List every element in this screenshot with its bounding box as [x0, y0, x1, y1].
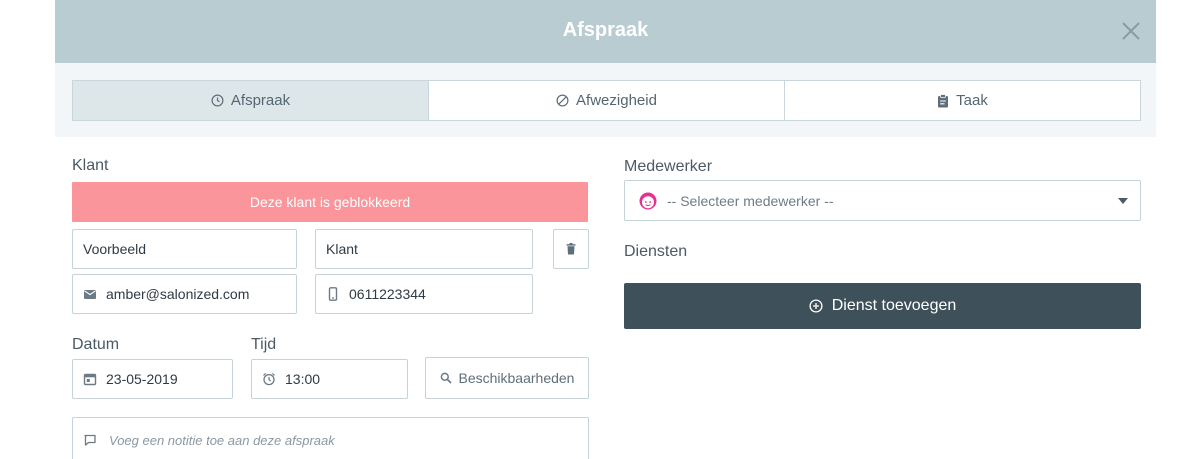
tab-label: Afspraak [230, 92, 291, 109]
add-service-label: Dienst toevoegen [831, 297, 957, 314]
date-value: 23-05-2019 [106, 371, 178, 387]
modal-header: Afspraak [55, 0, 1156, 63]
delete-client-button[interactable] [553, 229, 589, 269]
trash-icon [566, 243, 576, 255]
services-label: Diensten [624, 243, 688, 260]
tab-taak[interactable]: Taak [785, 81, 1140, 120]
client-label: Klant [72, 157, 109, 174]
envelope-icon [84, 290, 96, 299]
tab-afwezigheid[interactable]: Afwezigheid [429, 81, 785, 120]
date-field[interactable]: 23-05-2019 [72, 359, 233, 399]
clipboard-icon [938, 93, 949, 107]
plus-circle-icon [809, 299, 823, 313]
close-button[interactable] [1120, 20, 1142, 42]
modal-title: Afspraak [562, 19, 649, 41]
ban-icon [556, 94, 569, 107]
first-name-value: Voorbeeld [83, 241, 147, 257]
phone-field[interactable]: 0611223344 [315, 274, 533, 314]
employee-avatar-icon [639, 192, 657, 209]
search-icon [440, 372, 452, 384]
tab-label: Taak [956, 92, 988, 109]
employee-select[interactable]: -- Selecteer medewerker -- [624, 180, 1141, 221]
availability-button[interactable]: Beschikbaarheden [425, 357, 589, 399]
tab-afspraak[interactable]: Afspraak [73, 81, 429, 120]
blocked-client-banner: Deze klant is geblokkeerd [72, 182, 588, 222]
appointment-modal: Afspraak Afspraak Afwezigheid Taak Klant… [55, 0, 1156, 459]
availability-button-label: Beschikbaarheden [458, 370, 575, 386]
alarm-clock-icon [263, 372, 275, 386]
add-service-button[interactable]: Dienst toevoegen [624, 283, 1141, 329]
note-placeholder: Voeg een notitie toe aan deze afspraak [109, 432, 335, 448]
comment-icon [84, 434, 96, 446]
tabs-bar: Afspraak Afwezigheid Taak [55, 63, 1156, 137]
date-label: Datum [72, 336, 120, 353]
email-value: amber@salonized.com [106, 286, 250, 302]
mobile-phone-icon [328, 287, 338, 301]
time-field[interactable]: 13:00 [251, 359, 408, 399]
tab-label: Afwezigheid [576, 92, 657, 109]
employee-selected-value: -- Selecteer medewerker -- [667, 192, 834, 209]
last-name-field[interactable]: Klant [315, 229, 533, 269]
calendar-icon [83, 373, 97, 386]
clock-icon [211, 94, 224, 107]
email-field[interactable]: amber@salonized.com [72, 274, 297, 314]
tabs: Afspraak Afwezigheid Taak [72, 80, 1141, 121]
note-field[interactable]: Voeg een notitie toe aan deze afspraak [72, 417, 589, 459]
caret-down-icon [1118, 198, 1128, 204]
close-icon [1122, 22, 1140, 40]
last-name-value: Klant [326, 241, 358, 257]
phone-value: 0611223344 [349, 286, 426, 302]
employee-label: Medewerker [624, 158, 713, 175]
time-label: Tijd [251, 336, 277, 353]
first-name-field[interactable]: Voorbeeld [72, 229, 297, 269]
time-value: 13:00 [285, 371, 321, 387]
